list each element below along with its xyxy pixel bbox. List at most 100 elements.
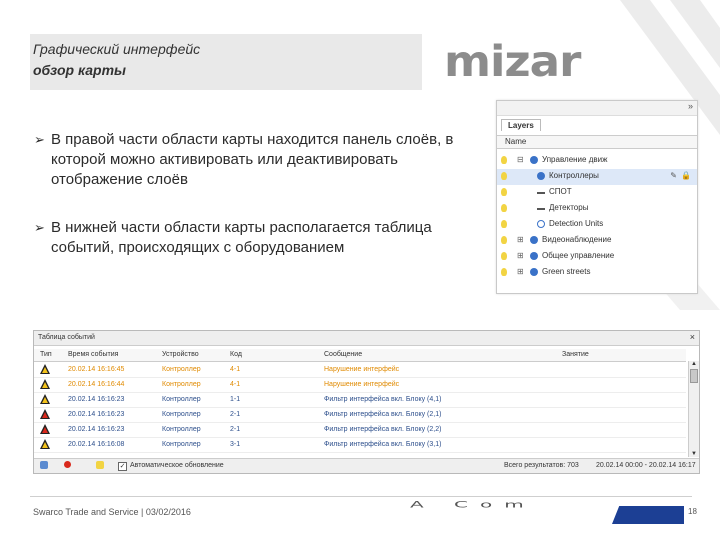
expand-tree-icon[interactable]: ⊞ (517, 235, 524, 244)
column-header[interactable]: Сообщение (324, 351, 362, 358)
event-time: 20.02.14 16:16:23 (68, 396, 125, 403)
event-device: Контроллер (162, 441, 201, 448)
bullet-layers: ➢ В правой части области карты находится… (34, 130, 474, 190)
layer-row[interactable]: ⊞ Green streets (497, 265, 697, 281)
event-device: Контроллер (162, 426, 201, 433)
event-code: 2-1 (230, 411, 241, 418)
close-icon[interactable]: × (690, 332, 695, 342)
filter-icon[interactable] (96, 461, 104, 469)
table-row[interactable]: 20.02.14 16:16:45 Контроллер 4-1 Нарушен… (34, 363, 686, 378)
layer-label: Detection Units (549, 219, 604, 228)
vertical-scrollbar[interactable]: ▲ ▼ (688, 361, 699, 457)
acom-logo-block (612, 506, 684, 524)
layer-row[interactable]: ⊞ Общее управление (497, 249, 697, 265)
line-icon (537, 192, 545, 194)
layers-panel-header: » (497, 101, 697, 116)
event-device: Контроллер (162, 366, 201, 373)
auto-refresh-checkbox[interactable]: ✓ (118, 462, 127, 471)
collapse-panel-icon[interactable]: » (688, 101, 693, 111)
lightbulb-icon[interactable] (501, 156, 507, 164)
layer-row[interactable]: Detection Units (497, 217, 697, 233)
table-row[interactable]: 20.02.14 16:16:44 Контроллер 4-1 Нарушен… (34, 378, 686, 393)
event-message: Фильтр интерфейса вкл. Блоку (2,1) (324, 411, 442, 418)
edit-icon[interactable]: ✎ (670, 171, 677, 180)
layer-row[interactable]: ⊞ Видеонаблюдение (497, 233, 697, 249)
column-header[interactable]: Время события (68, 351, 118, 358)
event-time: 20.02.14 16:16:45 (68, 366, 125, 373)
page-subtitle: обзор карты (33, 62, 126, 78)
column-header[interactable]: Тип (40, 351, 52, 358)
event-time: 20.02.14 16:16:44 (68, 381, 125, 388)
table-row[interactable]: 20.02.14 16:16:23 Контроллер 1-1 Фильтр … (34, 393, 686, 408)
layer-label: Детекторы (549, 203, 589, 212)
event-message: Нарушение интерфейс (324, 381, 400, 388)
table-row[interactable]: 20.02.14 16:16:23 Контроллер 2-1 Фильтр … (34, 423, 686, 438)
layers-panel: » Layers Name ⊟ Управление движ Контролл… (496, 100, 698, 294)
event-code: 3-1 (230, 441, 241, 448)
expand-tree-icon[interactable]: ⊞ (517, 251, 524, 260)
layer-row[interactable]: Детекторы (497, 201, 697, 217)
lightbulb-icon[interactable] (501, 236, 507, 244)
error-icon (40, 424, 50, 434)
lightbulb-icon[interactable] (501, 268, 507, 276)
lightbulb-icon[interactable] (501, 252, 507, 260)
lightbulb-icon[interactable] (501, 220, 507, 228)
scroll-down-icon[interactable]: ▼ (691, 451, 697, 457)
event-message: Фильтр интерфейса вкл. Блоку (4,1) (324, 396, 442, 403)
line-icon (537, 208, 545, 210)
events-table-titlebar: Таблица событий × (34, 331, 699, 346)
warning-icon (40, 379, 50, 389)
layer-label: Управление движ (542, 155, 608, 164)
warning-icon (40, 439, 50, 449)
event-device: Контроллер (162, 396, 201, 403)
bullet-text: В нижней части области карты располагает… (51, 219, 432, 256)
scrollbar-thumb[interactable] (690, 369, 698, 383)
date-range: 20.02.14 00:00 - 20.02.14 16:17 (596, 462, 696, 469)
globe-icon (530, 252, 538, 260)
column-header[interactable]: Код (230, 351, 242, 358)
layer-row[interactable]: Контроллеры ✎ 🔒 (497, 169, 697, 185)
table-row[interactable]: 20.02.14 16:16:23 Контроллер 2-1 Фильтр … (34, 408, 686, 423)
layer-row[interactable]: СПОТ (497, 185, 697, 201)
column-name-label: Name (505, 137, 527, 146)
column-header[interactable]: Устройство (162, 351, 199, 358)
globe-icon (530, 156, 538, 164)
event-time: 20.02.14 16:16:08 (68, 441, 125, 448)
layer-label: СПОТ (549, 187, 572, 196)
detector-icon (537, 220, 545, 228)
lightbulb-icon[interactable] (501, 172, 507, 180)
event-message: Фильтр интерфейса вкл. Блоку (2,2) (324, 426, 442, 433)
scroll-up-icon[interactable]: ▲ (691, 361, 697, 367)
bullet-text: В правой части области карты находится п… (51, 131, 454, 188)
table-row[interactable]: 20.02.14 16:16:08 Контроллер 3-1 Фильтр … (34, 438, 686, 453)
events-table-header: Тип Время события Устройство Код Сообщен… (34, 349, 686, 362)
auto-refresh-label: Автоматическое обновление (130, 462, 224, 469)
layer-row[interactable]: ⊟ Управление движ (497, 153, 697, 169)
event-device: Контроллер (162, 381, 201, 388)
footer-divider (30, 496, 692, 497)
clear-icon[interactable] (64, 461, 71, 468)
expand-tree-icon[interactable]: ⊞ (517, 267, 524, 276)
layer-label: Общее управление (542, 251, 615, 260)
arrow-bullet-icon: ➢ (34, 132, 45, 147)
tab-layers[interactable]: Layers (501, 119, 541, 131)
globe-icon (537, 172, 545, 180)
layer-label: Видеонаблюдение (542, 235, 612, 244)
lightbulb-icon[interactable] (501, 204, 507, 212)
event-code: 4-1 (230, 381, 241, 388)
lightbulb-icon[interactable] (501, 188, 507, 196)
collapse-tree-icon[interactable]: ⊟ (517, 155, 524, 164)
layer-label: Контроллеры (549, 171, 599, 180)
bullet-events: ➢ В нижней части области карты располага… (34, 218, 474, 258)
globe-icon (530, 268, 538, 276)
page-number: 18 (688, 507, 697, 516)
event-message: Нарушение интерфейс (324, 366, 400, 373)
warning-icon (40, 394, 50, 404)
error-icon (40, 409, 50, 419)
column-header[interactable]: Занятие (562, 351, 589, 358)
event-time: 20.02.14 16:16:23 (68, 426, 125, 433)
events-table-title: Таблица событий (38, 334, 95, 341)
refresh-icon[interactable] (40, 461, 48, 469)
layers-column-header: Name (497, 135, 697, 149)
lock-icon[interactable]: 🔒 (681, 171, 691, 180)
